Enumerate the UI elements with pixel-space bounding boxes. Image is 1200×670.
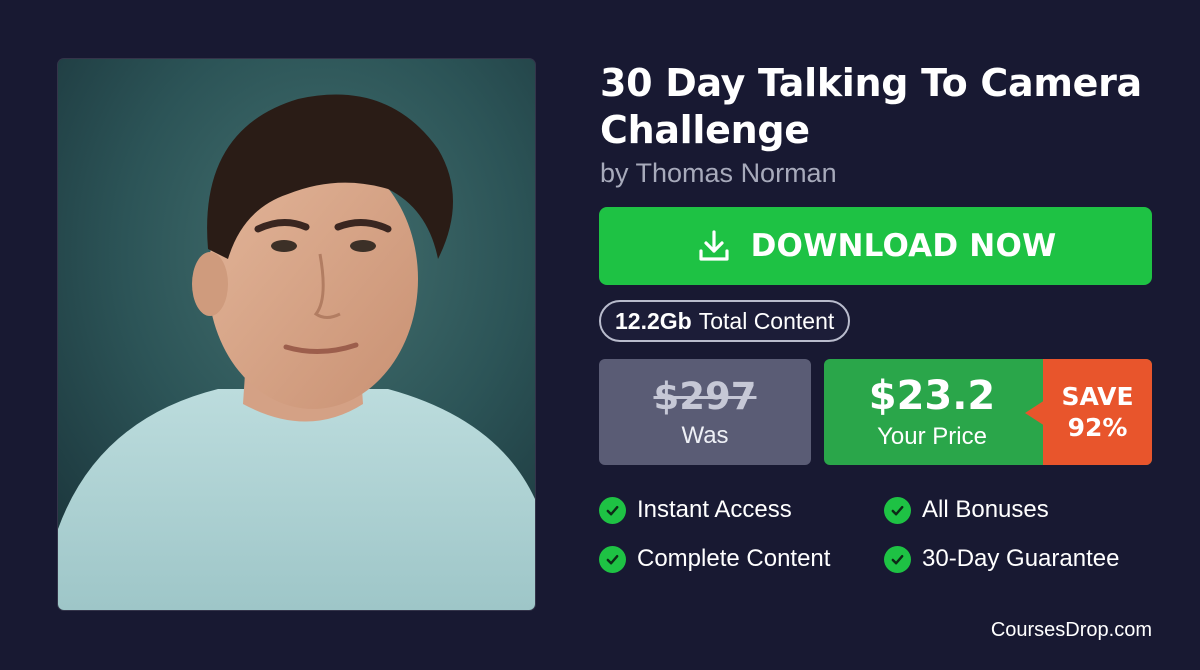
- site-name[interactable]: CoursesDrop.com: [991, 619, 1152, 642]
- save-badge-percent: 92%: [1067, 413, 1128, 442]
- check-circle-icon: [599, 545, 626, 573]
- save-badge-pointer: [1025, 400, 1045, 426]
- feature-guarantee: 30-Day Guarantee: [884, 545, 1119, 573]
- feature-label: 30-Day Guarantee: [922, 545, 1120, 572]
- feature-all-bonuses: All Bonuses: [884, 496, 1049, 524]
- feature-complete-content: Complete Content: [599, 545, 830, 573]
- content-size-value: 12.2Gb: [615, 307, 692, 334]
- current-price-main: $23.2 Your Price: [824, 359, 1040, 465]
- content-size-label: Total Content: [698, 307, 835, 334]
- check-circle-icon: [884, 496, 911, 524]
- instructor-portrait-illustration: [58, 59, 535, 610]
- download-button-label: DOWNLOAD NOW: [750, 228, 1057, 264]
- download-now-button[interactable]: DOWNLOAD NOW: [599, 207, 1152, 285]
- instructor-photo: [58, 59, 535, 610]
- content-size-badge: 12.2Gb Total Content: [599, 300, 851, 342]
- feature-label: All Bonuses: [922, 496, 1049, 523]
- check-circle-icon: [884, 545, 911, 573]
- course-author: by Thomas Norman: [600, 158, 837, 188]
- current-price: $23.2: [868, 373, 996, 419]
- current-price-label: Your Price: [877, 423, 987, 450]
- original-price-box: $297 Was: [599, 359, 811, 465]
- save-badge-line1: SAVE: [1061, 382, 1134, 411]
- download-icon: [695, 227, 733, 265]
- original-price-label: Was: [681, 421, 729, 449]
- check-circle-icon: [599, 496, 626, 524]
- save-badge: SAVE 92%: [1043, 359, 1152, 465]
- feature-label: Complete Content: [637, 545, 831, 572]
- original-price: $297: [653, 374, 757, 418]
- current-price-box: $23.2 Your Price SAVE 92%: [824, 359, 1152, 465]
- feature-label: Instant Access: [637, 496, 792, 523]
- feature-instant-access: Instant Access: [599, 496, 792, 524]
- course-title: 30 Day Talking To Camera Challenge: [600, 61, 1142, 152]
